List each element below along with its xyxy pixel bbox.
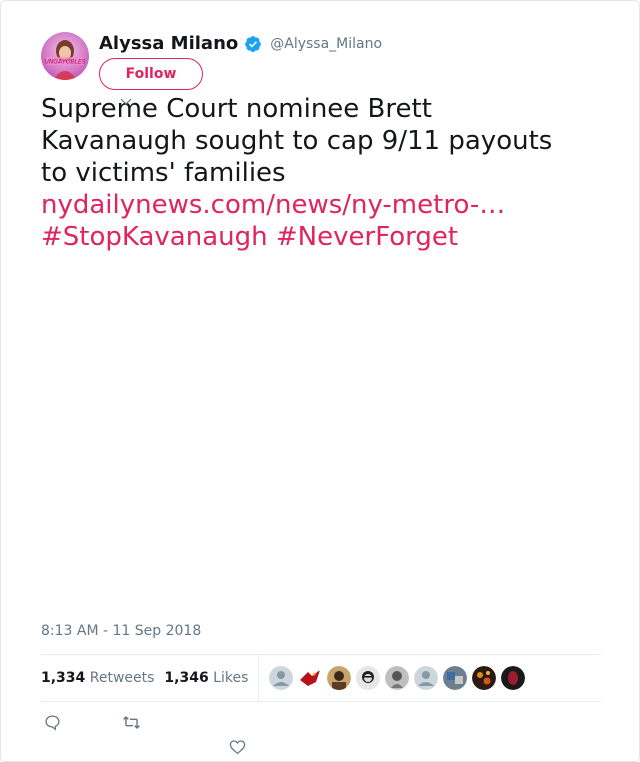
- author-handle[interactable]: @Alyssa_Milano: [270, 36, 382, 52]
- liker-avatar[interactable]: [472, 666, 497, 690]
- liker-avatars: [269, 666, 530, 690]
- liker-avatar[interactable]: [501, 666, 526, 690]
- liker-avatar[interactable]: [356, 666, 381, 690]
- verified-badge-icon: [244, 35, 262, 53]
- like-icon[interactable]: [229, 739, 246, 759]
- tweet-text-line: Kavanaugh sought to cap 9/11 payouts: [41, 126, 553, 156]
- tweet-card: UNGAYOBLES Alyssa Milano @Alyssa_Milano …: [0, 0, 640, 762]
- tweet-timestamp[interactable]: 8:13 AM - 11 Sep 2018: [41, 623, 201, 639]
- author-avatar[interactable]: UNGAYOBLES: [41, 32, 89, 80]
- svg-text:UNGAYOBLES: UNGAYOBLES: [45, 59, 86, 66]
- likes-label: Likes: [213, 670, 249, 686]
- liker-avatar[interactable]: [414, 666, 439, 690]
- retweet-icon[interactable]: [122, 714, 141, 735]
- liker-avatar[interactable]: [327, 666, 352, 690]
- retweets-stat[interactable]: 1,334 Retweets: [41, 670, 154, 686]
- likes-stat[interactable]: 1,346 Likes: [164, 670, 248, 686]
- retweets-label: Retweets: [89, 670, 155, 686]
- hashtag-stopkavanaugh[interactable]: #StopKavanaugh: [41, 222, 268, 252]
- follow-button[interactable]: Follow: [99, 58, 203, 90]
- tweet-text: Supreme Court nominee Brett Kavanaugh so…: [41, 93, 601, 253]
- tweet-link[interactable]: nydailynews.com/news/ny-metro-…: [41, 190, 505, 220]
- tweet-stats: 1,334 Retweets 1,346 Likes: [41, 654, 601, 702]
- liker-avatar[interactable]: [269, 666, 294, 690]
- author-info: Alyssa Milano @Alyssa_Milano: [99, 33, 382, 54]
- likes-count: 1,346: [164, 670, 209, 686]
- reply-icon[interactable]: [44, 714, 61, 735]
- hashtag-neverforget[interactable]: #NeverForget: [276, 222, 458, 252]
- stats-divider: [258, 654, 260, 702]
- cursor-mark-icon: [120, 98, 132, 105]
- author-name[interactable]: Alyssa Milano: [99, 33, 238, 54]
- liker-avatar[interactable]: [443, 666, 468, 690]
- liker-avatar[interactable]: [298, 666, 323, 690]
- liker-avatar[interactable]: [385, 666, 410, 690]
- retweets-count: 1,334: [41, 670, 86, 686]
- tweet-text-line: to victims' families: [41, 158, 286, 188]
